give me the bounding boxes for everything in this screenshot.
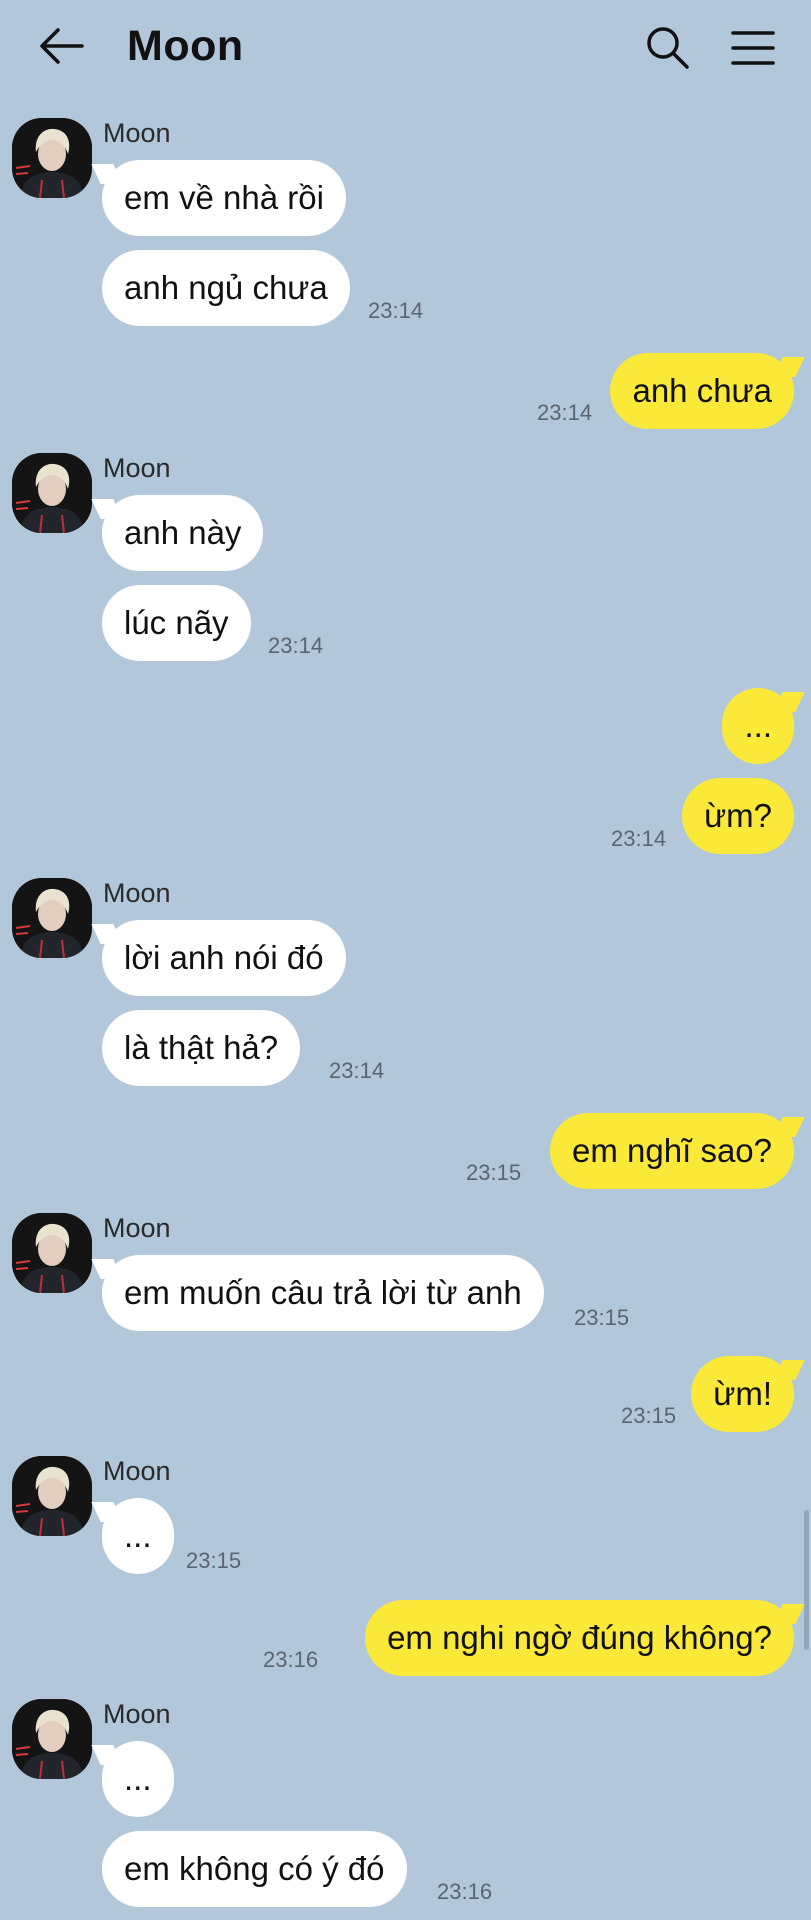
scrollbar[interactable] <box>804 1510 809 1650</box>
incoming-message[interactable]: anh ngủ chưa <box>102 250 350 326</box>
sender-name: Moon <box>103 118 171 148</box>
message-time: 23:15 <box>466 1160 522 1185</box>
sender-name: Moon <box>103 878 171 908</box>
avatar[interactable] <box>12 1213 92 1293</box>
incoming-message[interactable]: anh này <box>102 495 264 571</box>
avatar-image <box>12 1213 92 1293</box>
outgoing-message[interactable]: ừm? <box>682 778 794 854</box>
search-icon[interactable] <box>644 24 690 70</box>
chat-header: Moon <box>0 0 811 96</box>
sender-name: Moon <box>103 1213 171 1243</box>
arrow-left-icon[interactable] <box>38 26 84 66</box>
sender-name: Moon <box>103 453 171 483</box>
message-time: 23:15 <box>186 1548 242 1573</box>
hamburger-menu-icon[interactable] <box>730 28 776 68</box>
message-time: 23:14 <box>329 1058 385 1083</box>
message-time: 23:14 <box>537 400 593 425</box>
avatar[interactable] <box>12 1699 92 1779</box>
incoming-message[interactable]: là thật hả? <box>102 1010 301 1086</box>
outgoing-message[interactable]: em nghĩ sao? <box>550 1113 794 1189</box>
outgoing-message[interactable]: ... <box>722 688 794 764</box>
incoming-message[interactable]: em không có ý đó <box>102 1831 407 1907</box>
incoming-message[interactable]: ... <box>102 1498 174 1574</box>
chat-title: Moon <box>127 22 244 70</box>
message-time: 23:14 <box>368 298 424 323</box>
avatar[interactable] <box>12 453 92 533</box>
avatar[interactable] <box>12 1456 92 1536</box>
incoming-message[interactable]: em về nhà rồi <box>102 160 346 236</box>
avatar[interactable] <box>12 118 92 198</box>
avatar-image <box>12 453 92 533</box>
sender-name: Moon <box>103 1699 171 1729</box>
avatar-image <box>12 1456 92 1536</box>
avatar-image <box>12 1699 92 1779</box>
incoming-message[interactable]: em muốn câu trả lời từ anh <box>102 1255 544 1331</box>
outgoing-message[interactable]: anh chưa <box>610 353 794 429</box>
avatar[interactable] <box>12 878 92 958</box>
message-time: 23:15 <box>574 1305 630 1330</box>
incoming-message[interactable]: lúc nãy <box>102 585 251 661</box>
outgoing-message[interactable]: em nghi ngờ đúng không? <box>365 1600 794 1676</box>
message-time: 23:14 <box>268 633 324 658</box>
message-time: 23:16 <box>263 1647 319 1672</box>
message-time: 23:15 <box>621 1403 677 1428</box>
avatar-image <box>12 878 92 958</box>
message-time: 23:14 <box>611 826 667 851</box>
outgoing-message[interactable]: ừm! <box>691 1356 794 1432</box>
incoming-message[interactable]: ... <box>102 1741 174 1817</box>
message-time: 23:16 <box>437 1879 493 1904</box>
sender-name: Moon <box>103 1456 171 1486</box>
avatar-image <box>12 118 92 198</box>
incoming-message[interactable]: lời anh nói đó <box>102 920 346 996</box>
